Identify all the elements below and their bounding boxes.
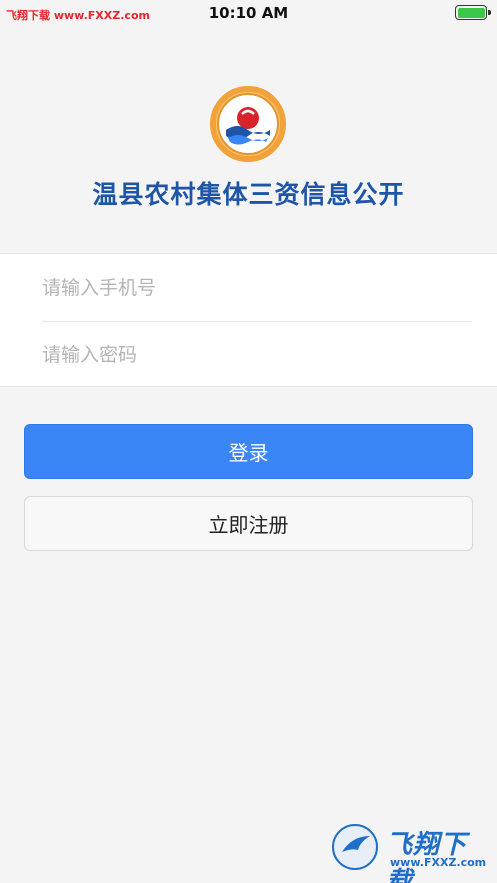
bird-icon [332,824,378,870]
status-bar: 飞翔下载 www.FXXZ.com 10:10 AM [0,0,497,26]
password-input[interactable] [42,322,472,388]
login-button[interactable]: 登录 [24,424,473,479]
watermark-brand: 飞翔下载 [386,830,468,883]
status-time: 10:10 AM [208,4,289,22]
battery-level [457,7,485,18]
watermark-url: www.FXXZ.com [390,856,487,869]
login-form [0,253,497,388]
phone-input[interactable] [42,255,472,321]
app-logo-icon [210,86,286,162]
battery-icon [455,5,491,20]
app-title: 温县农村集体三资信息公开 [92,180,405,209]
watermark-logo: 飞翔下载 www.FXXZ.com [330,822,490,883]
register-button[interactable]: 立即注册 [24,496,473,551]
